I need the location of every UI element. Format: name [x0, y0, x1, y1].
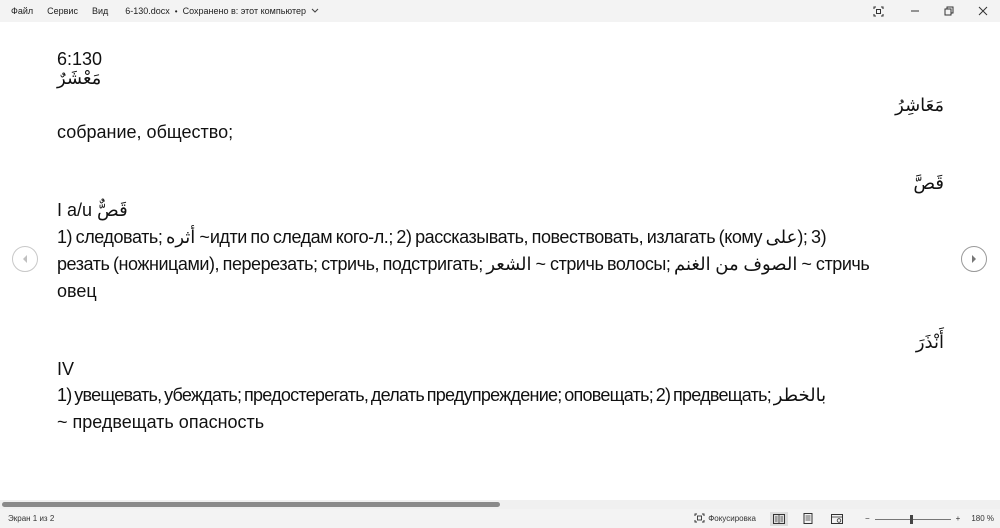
title-bar: Файл Сервис Вид 6-130.docx • Сохранено в…	[0, 0, 1000, 22]
web-layout-icon[interactable]	[828, 512, 846, 526]
entry3-definition-line1: 1) увещевать, убеждать; предостерегать, …	[57, 382, 944, 409]
entry1-arabic-plural: مَعَاشِرُ	[895, 95, 944, 116]
entry2-text: ~ стричь	[797, 254, 870, 274]
separator-dot: •	[174, 6, 178, 16]
horizontal-scrollbar[interactable]	[0, 500, 1000, 509]
focus-icon	[694, 513, 705, 525]
zoom-slider-track	[874, 518, 951, 520]
document-filename: 6-130.docx	[125, 6, 170, 16]
save-status: Сохранено в: этот компьютер	[182, 6, 306, 16]
entry2-arabic: أثره	[165, 227, 196, 248]
chevron-down-icon[interactable]	[311, 7, 319, 16]
entry2-stem: I a/u	[57, 200, 98, 220]
entry3-stem: IV	[57, 359, 75, 379]
entry2-stem-line: I a/u قَصٌّ	[57, 197, 944, 224]
document-page[interactable]: 6:130 مَعْشَرٌ مَعَاشِرُ собрание, общес…	[57, 46, 944, 501]
entry2-arabic: الشعر	[486, 254, 532, 275]
scrollbar-thumb[interactable]	[2, 502, 500, 507]
close-icon[interactable]	[966, 0, 1000, 22]
entry2-arabic-verb: قَصَّ	[913, 173, 944, 194]
entry2-definition-line1: 1) следовать; أثره ~идти по следам кого-…	[57, 224, 944, 251]
restore-icon[interactable]	[932, 0, 966, 22]
window-controls	[858, 0, 1000, 22]
entry3-arabic-verb: أَنْذَرَ	[915, 332, 944, 353]
entry2-text: ); 3)	[797, 227, 827, 247]
read-mode-icon[interactable]	[769, 511, 788, 526]
previous-page-button[interactable]	[12, 246, 38, 272]
zoom-level[interactable]: 180 %	[971, 514, 994, 523]
entry3-text: 1) увещевать, убеждать; предостерегать, …	[57, 385, 774, 405]
zoom-in-button[interactable]: +	[956, 514, 961, 523]
entry2-text: ~ стричь волосы;	[531, 254, 674, 274]
focus-mode-button[interactable]: Фокусировка	[694, 513, 756, 525]
next-page-button[interactable]	[961, 246, 987, 272]
entry2-arabic: الصوف من الغنم	[673, 254, 798, 275]
zoom-slider[interactable]	[874, 514, 951, 524]
print-layout-icon[interactable]	[799, 512, 817, 526]
entry2-text: резать (ножницами), перерезать; стричь, …	[57, 254, 487, 274]
page-counter: Экран 1 из 2	[8, 514, 55, 523]
focus-label: Фокусировка	[708, 514, 756, 523]
entry1-arabic-word: مَعْشَرٌ	[57, 68, 102, 89]
document-info[interactable]: 6-130.docx • Сохранено в: этот компьютер	[125, 6, 319, 16]
zoom-out-button[interactable]: −	[865, 514, 870, 523]
menu-service[interactable]: Сервис	[40, 0, 85, 22]
entry2-arabic: على	[765, 227, 798, 248]
status-bar: Экран 1 из 2 Фокусировка − + 180 %	[0, 509, 1000, 528]
focus-mode-icon[interactable]	[858, 0, 898, 22]
entry2-definition-line2: резать (ножницами), перерезать; стричь, …	[57, 251, 944, 278]
minimize-icon[interactable]	[898, 0, 932, 22]
entry1-meaning: собрание, общество;	[57, 122, 234, 142]
entry3-definition-line2: ~ предвещать опасность	[57, 412, 265, 432]
zoom-slider-knob[interactable]	[909, 514, 913, 524]
zoom-control: − + 180 %	[865, 514, 994, 524]
menu-view[interactable]: Вид	[85, 0, 115, 22]
status-controls: Фокусировка − + 180 %	[694, 509, 994, 528]
entry2-text: ~идти по следам кого-л.; 2) рассказывать…	[195, 227, 766, 247]
entry2-text: 1) следовать;	[57, 227, 166, 247]
menu-file[interactable]: Файл	[0, 0, 40, 22]
entry3-arabic: بالخطر	[773, 385, 827, 406]
entry2-definition-line3: овец	[57, 281, 97, 301]
entry2-stem-arabic: قَصٌّ	[97, 200, 128, 221]
